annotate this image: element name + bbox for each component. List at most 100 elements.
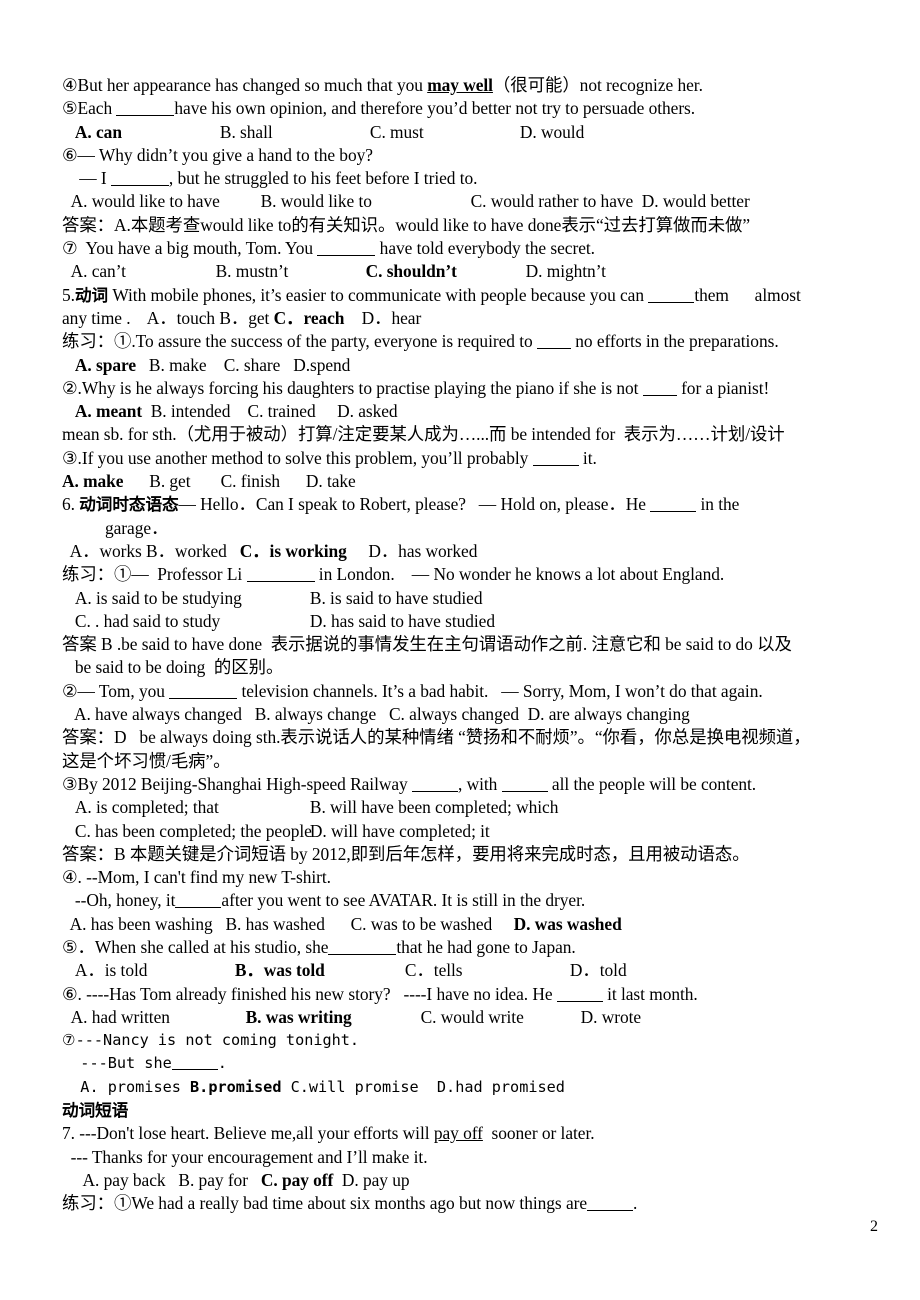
option-b: B. mustn’t: [215, 261, 289, 282]
option-c: C．reach: [273, 307, 345, 328]
answer-blank: [328, 941, 397, 955]
section-6-continuation: garage．: [62, 517, 896, 540]
options-ab: A. pay back B. pay for: [82, 1169, 261, 1190]
line-text: ⑦ You have a big mouth, Tom. You: [62, 238, 318, 259]
practice-3-line: ③.If you use another method to solve thi…: [62, 447, 896, 470]
options-row-item6: A. would like to have B. would like to C. …: [62, 190, 896, 213]
practice-6-5-options: A．is told B．was told C．tells D．told: [62, 959, 896, 982]
options-bcd: B. get C. finish D. take: [123, 471, 356, 492]
practice-7-1-line: 练习：①We had a really bad time about six m…: [62, 1192, 896, 1215]
option-b: B.promised: [190, 1077, 282, 1096]
practice-6-4-reply: --Oh, honey, it after you went to see AVA…: [62, 889, 896, 912]
line-text-cont: （很可能）not recognize her.: [492, 75, 703, 95]
line-text: ⑦---Nancy is not coming tonight.: [62, 1031, 360, 1050]
answer-explanation-item6: 答案：A.本题考查would like to的有关知识。would like t…: [62, 214, 896, 237]
line-item-4: ④But her appearance has changed so much …: [62, 74, 896, 97]
practice-6-2-options: A. have always changed B. always change …: [62, 703, 896, 726]
emphasis-may-well: may well: [427, 75, 493, 95]
line-text: ⑥. ----Has Tom already finished his new …: [62, 983, 557, 1004]
practice-6-6-line: ⑥. ----Has Tom already finished his new …: [62, 983, 896, 1006]
section-6-tense-voice: 6. 动词时态语态— Hello．Can I speak to Robert, …: [62, 493, 896, 516]
line-text-cont: it last month.: [602, 983, 698, 1004]
options-row-item7: A. can’t B. mustn’t C. shouldn’t D. mightn’…: [62, 260, 896, 283]
practice-6-1-options-cd: C. . had said to study D. has said to hav…: [62, 610, 896, 633]
practice-6-4-line: ④. --Mom, I can't find my new T-shirt.: [62, 866, 896, 889]
line-text: 这是个坏习惯/毛病”。: [62, 750, 231, 771]
option-a: A. promises: [80, 1077, 191, 1096]
line-text-cont: have his own opinion, and therefore you’…: [174, 98, 696, 119]
option-d: D. wrote: [580, 1006, 642, 1027]
section-number: 5.: [62, 284, 75, 305]
practice-6-7-options: A. promises B.promised C.will promise D.…: [62, 1076, 896, 1099]
option-cd: C. would rather to have D. would better: [470, 191, 750, 212]
section-7-line: 7. ---Don't lose heart. Believe me,all y…: [62, 1122, 896, 1145]
section-5-options: any time . A．touch B．get C．reach D．hear: [62, 307, 896, 330]
option-c: C. has been completed; the people: [74, 820, 312, 841]
answer-blank: [532, 452, 579, 466]
option-b: B. shall: [219, 121, 273, 142]
line-text: ③.If you use another method to solve thi…: [62, 447, 533, 468]
practice-6-5-line: ⑤．When she called at his studio, she that…: [62, 936, 896, 959]
practice-6-3-options-ab: A. is completed; that B. will have been c…: [62, 796, 896, 819]
line-text: ⑥— Why didn’t you give a hand to the boy…: [62, 144, 373, 165]
line-text-cont: that he had gone to Japan.: [396, 936, 576, 957]
line-text: 答案 B .be said to have done 表示据说的事情发生在主句谓…: [62, 634, 792, 655]
section-7-reply: --- Thanks for your encouragement and I’…: [62, 1146, 896, 1169]
options-row-item5: A. can B. shall C. must D. would: [62, 121, 896, 144]
practice-1-options: A. spare B. make C. share D.spend: [62, 354, 896, 377]
line-text: 练习：①.To assure the success of the party,…: [62, 331, 537, 352]
line-text: --- Thanks for your encouragement and I’…: [70, 1146, 428, 1167]
option-b: B. was writing: [245, 1006, 352, 1027]
option-a: A. is completed; that: [74, 797, 219, 818]
heading-text: 动词短语: [62, 1101, 129, 1121]
line-text-cont: in London. — No wonder he knows a lot ab…: [314, 564, 725, 585]
line-item-6-reply: — I , but he struggled to his feet befor…: [62, 167, 896, 190]
option-b: B. will have been completed; which: [309, 797, 559, 818]
line-text-cont: in the: [696, 494, 740, 515]
practice-6-6-options: A. had written B. was writing C. would wri…: [62, 1006, 896, 1029]
line-text: --Oh, honey, it: [74, 890, 176, 911]
option-d: D. will have completed; it: [309, 820, 490, 841]
option-a: A. is said to be studying: [74, 587, 242, 608]
options-bcd: B. intended C. trained D. asked: [142, 401, 398, 422]
answer-explanation-6-2: 答案：D be always doing sth.表示说话人的某种情绪 “赞扬和…: [62, 726, 896, 749]
option-c: C. . had said to study: [74, 610, 221, 631]
answer-blank: [175, 894, 222, 909]
answer-explanation-6-3: 答案：B 本题关键是介词短语 by 2012,即到后年怎样，要用将来完成时态，且…: [62, 843, 896, 866]
answer-explanation-6-2-cont: 这是个坏习惯/毛病”。: [62, 750, 896, 773]
line-text: — Hello．Can I speak to Robert, please? —…: [178, 494, 651, 515]
line-text: With mobile phones, it’s easier to commu…: [108, 284, 649, 305]
option-a: A. can’t: [70, 261, 126, 282]
practice-6-3-line: ③By 2012 Beijing-Shanghai High-speed Rai…: [62, 773, 896, 796]
option-d: D．told: [569, 960, 627, 981]
options-cd: C.will promise D.had promised: [281, 1077, 565, 1096]
section-number: 6.: [62, 494, 75, 515]
option-b: B. would like to: [260, 191, 372, 212]
option-d: D. has said to have studied: [309, 610, 495, 631]
option-c: C. shouldn’t: [365, 261, 457, 282]
answer-blank: [556, 988, 603, 1002]
options-abcd: A. have always changed B. always change …: [73, 704, 690, 725]
line-text: 答案：D be always doing sth.表示说话人的某种情绪 “赞扬和…: [62, 727, 811, 748]
option-a: A. can: [74, 121, 122, 142]
section-heading-verb-phrases: 动词短语: [62, 1099, 896, 1122]
answer-blank-2: [501, 778, 548, 792]
line-text: be said to be doing 的区别。: [74, 657, 284, 678]
section-label-cn: 动词: [74, 285, 109, 305]
practice-1-line: 练习：①.To assure the success of the party,…: [62, 330, 896, 353]
line-text-cont: television channels. It’s a bad habit. —…: [237, 680, 763, 701]
note-mean-sb-for-sth: mean sb. for sth.（尤用于被动）打算/注定要某人成为…...而 …: [62, 423, 896, 446]
practice-2-line: ②.Why is he always forcing his daughters…: [62, 377, 896, 400]
option-c: C．tells: [404, 960, 463, 981]
option-a: A. spare: [74, 354, 137, 375]
answer-blank: [169, 685, 238, 699]
section-5-verb: 5.动词 With mobile phones, it’s easier to …: [62, 284, 896, 307]
emphasis-pay-off: pay off: [433, 1123, 483, 1144]
line-text: ③By 2012 Beijing-Shanghai High-speed Rai…: [62, 773, 412, 794]
option-a: A. would like to have: [70, 191, 220, 212]
line-text: 练习：①We had a really bad time about six m…: [62, 1193, 588, 1214]
options-abc: A. has been washing B. has washed C. was…: [69, 913, 514, 934]
answer-blank: [536, 335, 571, 350]
document-page: ④But her appearance has changed so much …: [0, 0, 920, 1300]
option-a: A. had written: [70, 1006, 170, 1027]
